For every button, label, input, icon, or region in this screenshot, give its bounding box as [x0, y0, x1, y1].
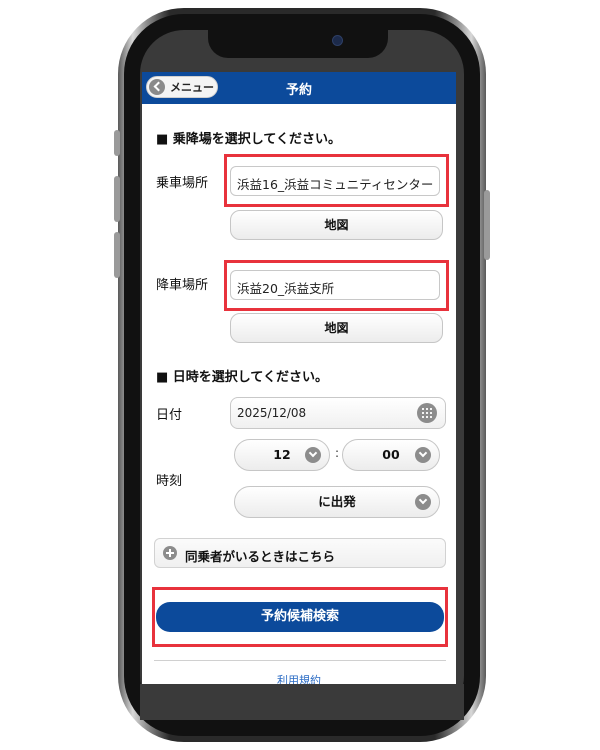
chevron-down-icon [415, 494, 431, 510]
camera-icon [332, 35, 343, 46]
phone-side-button [114, 130, 120, 156]
navbar: メニュー 予約 [142, 72, 456, 104]
highlight-search-button [152, 587, 448, 647]
minute-value: 00 [382, 447, 400, 462]
chevron-down-icon [305, 447, 321, 463]
phone-power-button [484, 190, 490, 260]
companion-toggle[interactable]: 同乗者がいるときはこちら [154, 538, 446, 568]
date-value: 2025/12/08 [237, 406, 307, 420]
map-button-boarding[interactable]: 地図 [230, 210, 443, 240]
departure-mode-select[interactable]: に出発 [234, 486, 440, 518]
screen-bottom-bar [140, 684, 464, 720]
chevron-down-icon [415, 447, 431, 463]
date-label: 日付 [156, 408, 183, 423]
hour-value: 12 [273, 447, 291, 462]
datetime-section-heading: ■ 日時を選択してください。 [156, 370, 329, 385]
map-button-alighting[interactable]: 地図 [230, 313, 443, 343]
boarding-label: 乗車場所 [156, 176, 209, 191]
alighting-label: 降車場所 [156, 278, 209, 293]
phone-notch [208, 28, 388, 58]
calendar-icon[interactable] [417, 403, 437, 423]
terms-link[interactable]: 利用規約 [142, 672, 456, 684]
stops-section-heading: ■ 乗降場を選択してください。 [156, 132, 342, 147]
phone-volume-up [114, 176, 120, 222]
divider [154, 660, 446, 661]
companion-label: 同乗者がいるときはこちら [185, 549, 336, 564]
page-title: 予約 [285, 83, 312, 98]
plus-icon [163, 546, 177, 560]
date-input[interactable]: 2025/12/08 [230, 397, 446, 429]
hour-select[interactable]: 12 [234, 439, 330, 471]
time-label: 時刻 [156, 474, 183, 489]
highlight-boarding [224, 154, 449, 207]
phone-volume-down [114, 232, 120, 278]
minute-select[interactable]: 00 [342, 439, 440, 471]
departure-mode-value: に出発 [318, 494, 356, 509]
highlight-alighting [224, 260, 449, 311]
reservation-app: メニュー 予約 ■ 乗降場を選択してください。 乗車場所 浜益16_浜益コミュニ… [142, 72, 456, 684]
time-separator: : [335, 446, 340, 460]
